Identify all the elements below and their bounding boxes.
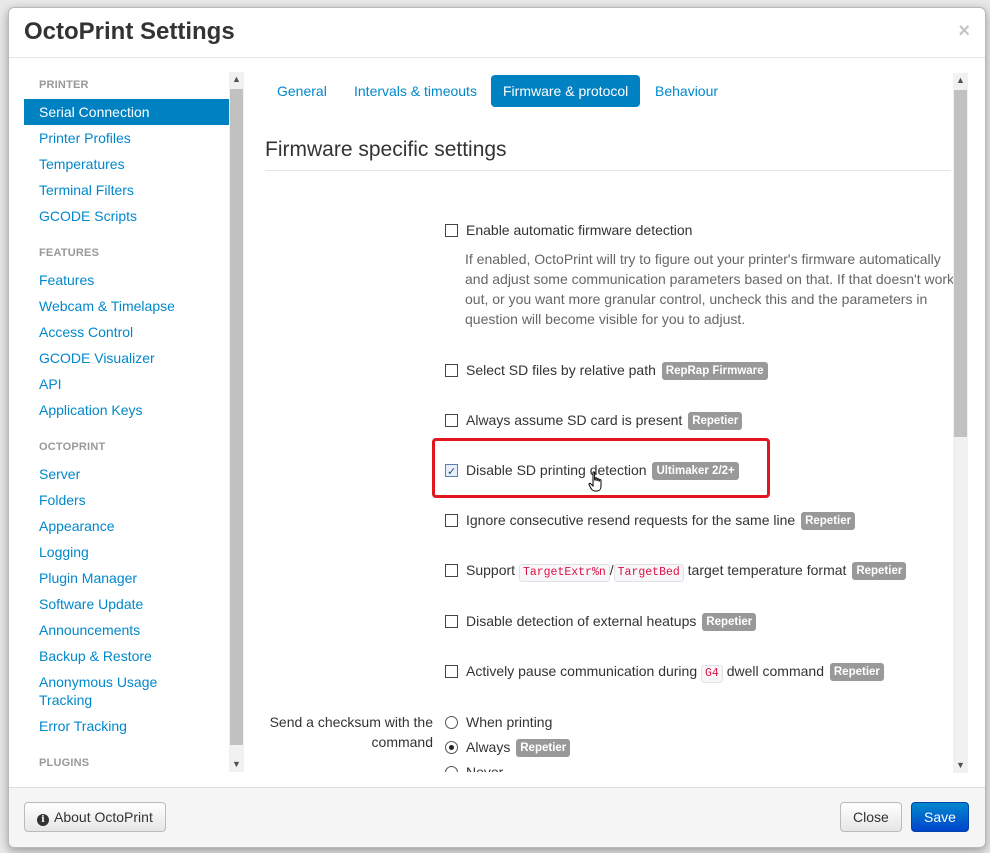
auto-detect-option[interactable]: Enable automatic firmware detection <box>445 219 692 241</box>
dwell-suffix: dwell command <box>726 663 824 679</box>
sd-relative-option[interactable]: Select SD files by relative path RepRap … <box>445 359 768 381</box>
sidebar-item-application-keys[interactable]: Application Keys <box>24 397 229 423</box>
sidebar-item-temperatures[interactable]: Temperatures <box>24 151 229 177</box>
badge: Repetier <box>852 562 907 580</box>
sidebar-item-terminal-filters[interactable]: Terminal Filters <box>24 177 229 203</box>
badge: Repetier <box>516 739 571 757</box>
sidebar-scrollbar[interactable]: ▲ ▼ <box>229 72 244 772</box>
sidebar-item-serial-connection[interactable]: Serial Connection <box>24 99 229 125</box>
sidebar-item-features[interactable]: Features <box>24 267 229 293</box>
badge: Repetier <box>688 412 743 430</box>
target-format-option[interactable]: Support TargetExtr%n / TargetBed target te… <box>445 559 907 582</box>
sidebar-scroll-thumb[interactable] <box>230 89 243 745</box>
badge: Repetier <box>801 512 856 530</box>
sidebar-item-folders[interactable]: Folders <box>24 487 229 513</box>
auto-detect-label: Enable automatic firmware detection <box>466 222 693 238</box>
ignore-resend-option[interactable]: Ignore consecutive resend requests for t… <box>445 509 856 531</box>
dwell-option[interactable]: Actively pause communication during G4 d… <box>445 660 884 683</box>
target-format-checkbox[interactable] <box>445 564 458 577</box>
section-title: Firmware specific settings <box>265 136 951 171</box>
sidebar-item-printer-profiles[interactable]: Printer Profiles <box>24 125 229 151</box>
sidebar-item-appearance[interactable]: Appearance <box>24 513 229 539</box>
sidebar-item-gcode-scripts[interactable]: GCODE Scripts <box>24 203 229 229</box>
ignore-resend-checkbox[interactable] <box>445 514 458 527</box>
radio-always[interactable] <box>445 741 458 754</box>
scroll-up-arrow-icon[interactable]: ▲ <box>229 72 244 87</box>
content-scroll-thumb[interactable] <box>954 90 967 437</box>
sidebar-item-gcode-visualizer[interactable]: GCODE Visualizer <box>24 345 229 371</box>
settings-sidebar: PRINTER Serial Connection Printer Profil… <box>24 72 229 772</box>
auto-detect-help: If enabled, OctoPrint will try to figure… <box>465 251 955 327</box>
save-button[interactable]: Save <box>911 802 969 832</box>
ignore-resend-label: Ignore consecutive resend requests for t… <box>466 512 796 528</box>
close-button[interactable]: Close <box>840 802 902 832</box>
scroll-up-arrow-icon[interactable]: ▲ <box>953 73 968 88</box>
sidebar-item-software-update[interactable]: Software Update <box>24 591 229 617</box>
tab-intervals-timeouts[interactable]: Intervals & timeouts <box>342 75 489 107</box>
nav-header-plugins: PLUGINS <box>39 757 90 769</box>
about-button[interactable]: i About OctoPrint <box>24 802 166 832</box>
tab-firmware-protocol[interactable]: Firmware & protocol <box>491 75 641 107</box>
ext-heatups-option[interactable]: Disable detection of external heatups Re… <box>445 610 757 632</box>
dialog-footer: i About OctoPrint Close Save <box>9 787 985 847</box>
radio-label: Never <box>466 764 504 772</box>
tab-behaviour[interactable]: Behaviour <box>643 75 730 107</box>
radio-never[interactable] <box>445 766 458 772</box>
checksum-label: Send a checksum with the command <box>269 714 433 750</box>
radio-label: When printing <box>466 714 553 730</box>
about-label: About OctoPrint <box>54 809 153 825</box>
sd-always-checkbox[interactable] <box>445 414 458 427</box>
dwell-checkbox[interactable] <box>445 665 458 678</box>
sidebar-item-access-control[interactable]: Access Control <box>24 319 229 345</box>
sidebar-item-api[interactable]: API <box>24 371 229 397</box>
dialog-title: OctoPrint Settings <box>24 18 235 45</box>
target-format-suffix: target temperature format <box>687 562 847 578</box>
badge: Repetier <box>702 613 757 631</box>
info-icon: i <box>37 814 49 826</box>
sidebar-item-plugin-manager[interactable]: Plugin Manager <box>24 565 229 591</box>
sd-relative-label: Select SD files by relative path <box>466 362 656 378</box>
content-scrollbar[interactable]: ▲ ▼ <box>953 73 968 773</box>
sidebar-item-anonymous-usage-tracking[interactable]: Anonymous Usage Tracking <box>24 669 229 713</box>
code-target-bed: TargetBed <box>613 564 684 582</box>
checksum-option-never[interactable]: Never <box>445 761 503 772</box>
auto-detect-checkbox[interactable] <box>445 224 458 237</box>
sidebar-item-logging[interactable]: Logging <box>24 539 229 565</box>
sidebar-item-backup-restore[interactable]: Backup & Restore <box>24 643 229 669</box>
sd-relative-checkbox[interactable] <box>445 364 458 377</box>
tab-general[interactable]: General <box>265 75 339 107</box>
hand-pointer-icon <box>588 471 604 496</box>
sidebar-item-announcements[interactable]: Announcements <box>24 617 229 643</box>
nav-header-features: FEATURES <box>39 247 100 259</box>
settings-content: General Intervals & timeouts Firmware & … <box>265 72 955 772</box>
ext-heatups-checkbox[interactable] <box>445 615 458 628</box>
settings-dialog: OctoPrint Settings × PRINTER Serial Conn… <box>8 7 986 848</box>
checksum-option-always[interactable]: Always Repetier <box>445 736 571 758</box>
target-format-prefix: Support <box>466 562 516 578</box>
code-target-extr: TargetExtr%n <box>518 564 610 582</box>
sd-always-option[interactable]: Always assume SD card is present Repetie… <box>445 409 743 431</box>
dwell-prefix: Actively pause communication during <box>466 663 698 679</box>
badge: RepRap Firmware <box>661 362 768 380</box>
radio-label: Always <box>466 739 511 755</box>
close-icon[interactable]: × <box>958 20 970 43</box>
ext-heatups-label: Disable detection of external heatups <box>466 613 697 629</box>
code-g4: G4 <box>701 665 723 683</box>
sd-always-label: Always assume SD card is present <box>466 412 683 428</box>
sidebar-item-server[interactable]: Server <box>24 461 229 487</box>
sidebar-item-webcam-timelapse[interactable]: Webcam & Timelapse <box>24 293 229 319</box>
sidebar-item-error-tracking[interactable]: Error Tracking <box>24 713 229 739</box>
dialog-header: OctoPrint Settings × <box>9 8 985 58</box>
nav-header-octoprint: OCTOPRINT <box>39 441 106 453</box>
checksum-option-when-printing[interactable]: When printing <box>445 711 552 733</box>
scroll-down-arrow-icon[interactable]: ▼ <box>229 757 244 772</box>
badge: Repetier <box>829 663 884 681</box>
nav-header-printer: PRINTER <box>39 79 89 91</box>
scroll-down-arrow-icon[interactable]: ▼ <box>953 758 968 773</box>
radio-when-printing[interactable] <box>445 716 458 729</box>
